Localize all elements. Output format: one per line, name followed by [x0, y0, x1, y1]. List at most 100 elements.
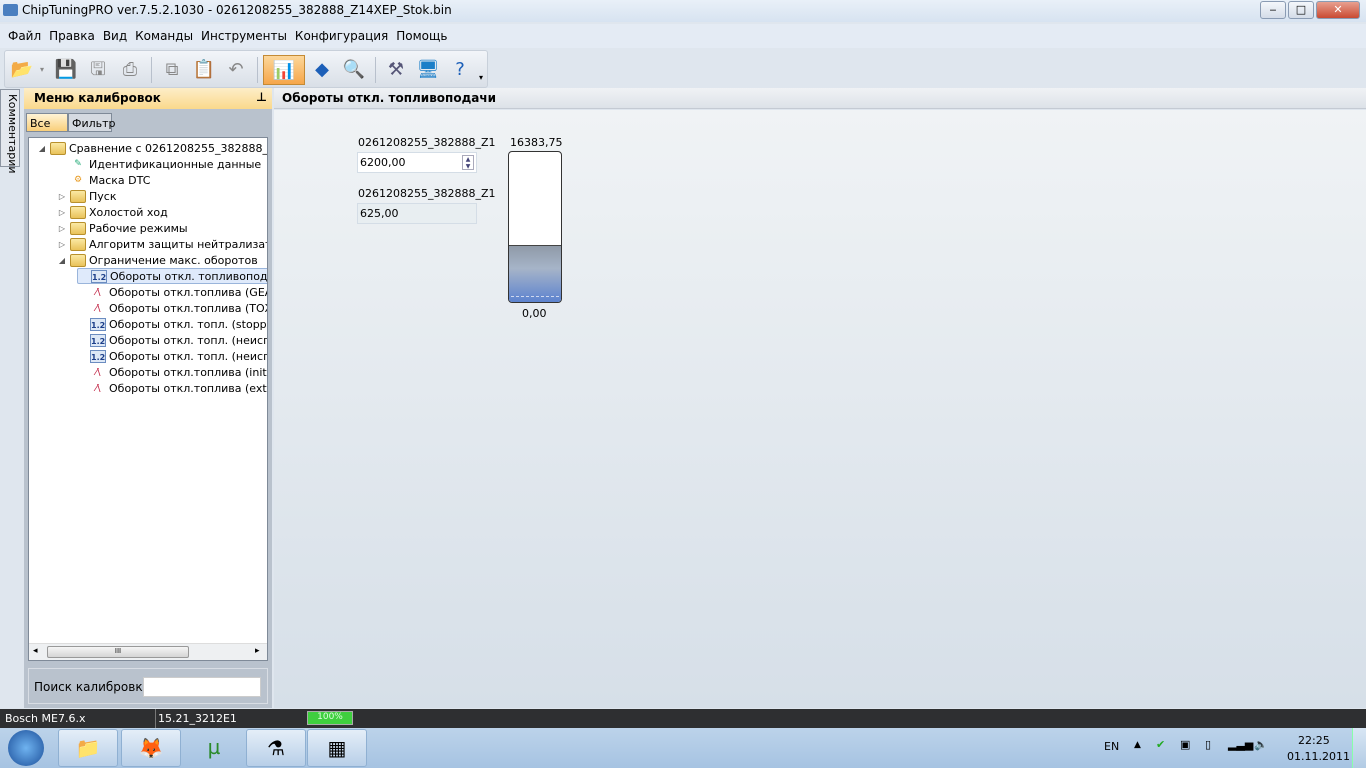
app-icon — [3, 4, 18, 16]
panel-title: Меню калибровок — [34, 91, 161, 105]
expander-icon[interactable]: ▷ — [57, 224, 67, 233]
menu-help[interactable]: Помощь — [392, 29, 451, 43]
minimize-button[interactable]: ‒ — [1260, 1, 1286, 19]
tree-item-label: Ограничение макс. оборотов — [89, 253, 258, 267]
tree-item[interactable]: ▷ Холостой ход — [57, 204, 168, 220]
menu-tools[interactable]: Инструменты — [197, 29, 291, 43]
horizontal-scrollbar[interactable]: ◂ III ▸ — [29, 643, 267, 660]
tree-item[interactable]: 1.2Обороты откл. топл. (неиспр.1 — [77, 332, 267, 348]
taskbar: 📁 🦊 µ ⚗ ▦ EN ▲ ✔ ▣ ▯ ▂▃▅ 🔈 22:25 01.11.2… — [0, 728, 1366, 768]
save-icon[interactable]: 💾 — [51, 55, 81, 85]
paste-icon[interactable]: 📋 — [189, 55, 219, 85]
tray-expand-icon[interactable]: ▲ — [1134, 740, 1141, 750]
comments-side-tab[interactable]: Комментарии — [0, 89, 20, 174]
pin-icon[interactable]: ⊥ — [256, 90, 267, 104]
tray-app-icon[interactable]: ✔ — [1156, 738, 1165, 751]
start-button[interactable] — [8, 730, 44, 766]
tree-item[interactable]: ⁄\ Обороты откл.топлива (initial) — [77, 364, 267, 380]
calibration-panel: Меню калибровок ⊥ Все Фильтр ◢ Сравнение … — [24, 88, 272, 708]
editor-area: 0261208255_382888_Z1 6200,00 ▲ ▼ 02612082… — [274, 110, 1366, 708]
menu-file[interactable]: Файл — [4, 29, 45, 43]
tree-item[interactable]: ⁄\ Обороты откл.топлива (GEAR — [77, 284, 268, 300]
window-title: ChipTuningPRO ver.7.5.2.1030 - 026120825… — [22, 3, 452, 17]
map-icon: ⁄\ — [95, 286, 101, 298]
compare-icon[interactable]: 📊 — [263, 55, 305, 85]
tree-item[interactable]: ⁄\ Обороты откл.топлива (ext limi — [77, 380, 267, 396]
tree-item[interactable]: 1.2Обороты откл. топл. (неиспр.2 — [77, 348, 267, 364]
hex-search-icon[interactable]: 🔍 — [339, 55, 369, 85]
explorer-taskbar-icon[interactable]: 📁 — [58, 729, 118, 767]
tree-item-label: Идентификационные данные — [89, 157, 262, 171]
tree-item[interactable]: ◢ Сравнение с 0261208255_382888_Z14 — [37, 140, 268, 156]
menu-config[interactable]: Конфигурация — [291, 29, 392, 43]
tree-item-label: Обороты откл. топл. (неиспр.2 — [109, 349, 267, 363]
menu-view[interactable]: Вид — [99, 29, 131, 43]
tree-item[interactable]: 1.2Обороты откл. топл. (stopped? — [77, 316, 267, 332]
expander-icon[interactable]: ◢ — [37, 144, 47, 153]
expander-icon[interactable]: ▷ — [57, 192, 67, 201]
chiptuning-taskbar-icon[interactable]: ▦ — [307, 729, 367, 767]
undo-icon[interactable]: ↶ — [221, 55, 251, 85]
expander-icon[interactable]: ▷ — [57, 208, 67, 217]
expander-icon[interactable]: ◢ — [57, 256, 67, 265]
network-icon[interactable]: 🖥 — [413, 55, 443, 85]
expander-icon[interactable]: ▷ — [57, 240, 67, 249]
print-icon[interactable]: ⎙ — [115, 55, 145, 85]
menu-edit[interactable]: Правка — [45, 29, 99, 43]
search-input[interactable] — [143, 677, 261, 697]
scroll-left-icon[interactable]: ◂ — [33, 646, 38, 656]
tree-item-label: Алгоритм защиты нейтрализатор — [89, 237, 268, 251]
language-indicator[interactable]: EN — [1104, 740, 1119, 753]
keyboard-icon[interactable]: ▣ — [1180, 738, 1190, 751]
editor-title: Обороты откл. топливоподачи — [282, 91, 497, 105]
value-icon: 1.2 — [90, 317, 106, 331]
maximize-button[interactable]: □ — [1288, 1, 1314, 19]
tree-item[interactable]: ⁄\ Обороты откл.топлива (ТОЖ) — [77, 300, 268, 316]
tree-item[interactable]: ◢ Ограничение макс. оборотов — [57, 252, 258, 268]
map-icon: ⁄\ — [95, 302, 101, 314]
tree-item[interactable]: ⚙ Маска DTC — [57, 172, 150, 188]
value-icon: 1.2 — [91, 269, 107, 283]
device-icon[interactable]: ▯ — [1205, 738, 1211, 751]
folder-icon — [70, 205, 86, 219]
info-icon[interactable]: ◆ — [307, 55, 337, 85]
tree-item[interactable]: ✎ Идентификационные данные — [57, 156, 261, 172]
clock-date[interactable]: 01.11.2011 — [1287, 750, 1350, 763]
volume-icon[interactable]: 🔈 — [1254, 738, 1268, 751]
save-as-icon[interactable]: 🖫 — [83, 55, 113, 85]
toolbar-overflow-icon[interactable]: ▾ — [479, 73, 483, 82]
tab-all[interactable]: Все — [26, 113, 68, 132]
tree-item-label: Обороты откл.топлива (ext limi — [109, 381, 267, 395]
tree-item-label: Обороты откл.топлива (ТОЖ) — [109, 301, 268, 315]
signal-icon[interactable]: ▂▃▅ — [1228, 738, 1253, 751]
tree-item-label: Обороты откл. топл. (неиспр.1 — [109, 333, 267, 347]
menu-commands[interactable]: Команды — [131, 29, 197, 43]
copy-icon[interactable]: ⧉ — [157, 55, 187, 85]
firefox-taskbar-icon[interactable]: 🦊 — [121, 729, 181, 767]
tools-icon[interactable]: ⚒ — [381, 55, 411, 85]
app-taskbar-icon[interactable]: ⚗ — [246, 729, 306, 767]
tree-item[interactable]: ▷ Алгоритм защиты нейтрализатор — [57, 236, 268, 252]
tree-item[interactable]: ▷ Рабочие режимы — [57, 220, 188, 236]
scroll-thumb[interactable]: III — [47, 646, 189, 658]
utorrent-taskbar-icon[interactable]: µ — [184, 729, 244, 767]
value-input[interactable]: 6200,00 ▲ ▼ — [357, 152, 477, 173]
menu-bar: Файл Правка Вид Команды Инструменты Конф… — [0, 24, 1366, 48]
open-icon[interactable]: 📂 — [7, 55, 37, 85]
help-icon[interactable]: ? — [445, 55, 475, 85]
compare-value-text: 625,00 — [360, 207, 399, 220]
tree-item-label: Обороты откл.топлива (GEAR — [109, 285, 268, 299]
status-bar: Bosch ME7.6.x 15.21_3212E1 100% — [0, 709, 1366, 728]
tree-item-label: Сравнение с 0261208255_382888_Z14 — [69, 141, 268, 155]
close-button[interactable]: ✕ — [1316, 1, 1360, 19]
tree-item[interactable]: ▷ Пуск — [57, 188, 116, 204]
separator — [257, 57, 258, 83]
open-dropdown-icon[interactable]: ▾ — [37, 55, 47, 85]
scroll-right-icon[interactable]: ▸ — [255, 646, 260, 656]
show-desktop-button[interactable] — [1352, 728, 1366, 768]
field2-label: 0261208255_382888_Z1 — [358, 187, 496, 200]
clock-time[interactable]: 22:25 — [1298, 734, 1330, 747]
tree-item[interactable]: 1.2Обороты откл. топливоподачи — [77, 268, 267, 284]
spin-buttons[interactable]: ▲ ▼ — [462, 155, 474, 170]
tab-filter[interactable]: Фильтр — [68, 113, 116, 132]
